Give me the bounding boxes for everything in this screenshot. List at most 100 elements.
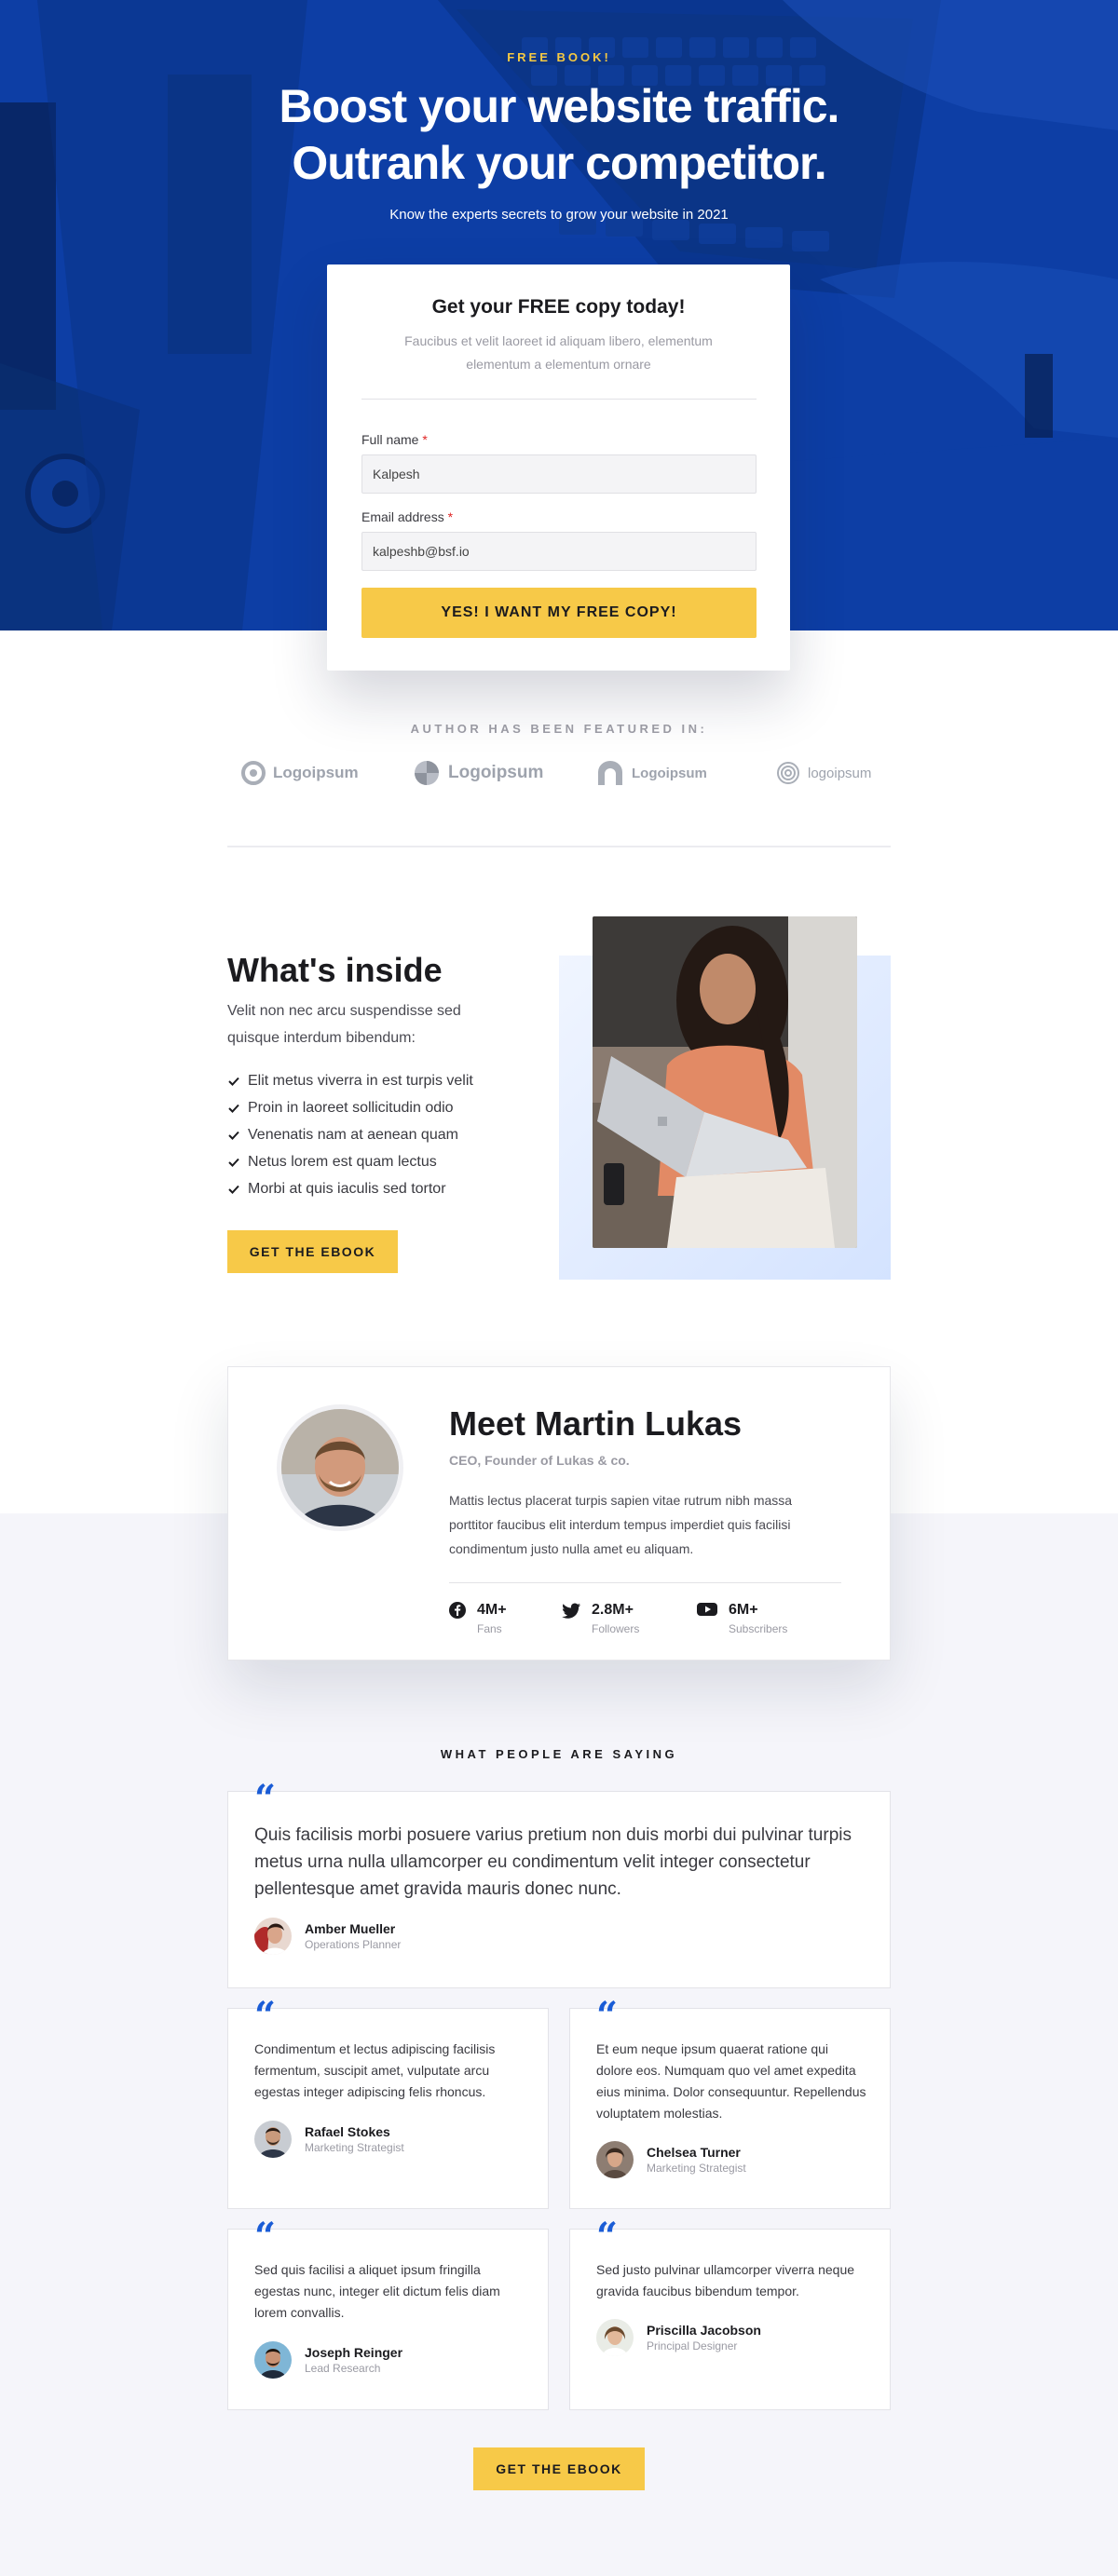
list-item-text: Netus lorem est quam lectus <box>248 1153 437 1170</box>
testimonial-role: Marketing Strategist <box>305 2141 404 2154</box>
submit-free-copy-button[interactable]: YES! I WANT MY FREE COPY! <box>361 588 757 638</box>
required-asterisk: * <box>422 432 428 447</box>
featured-logo-3: Logoipsum <box>596 757 707 789</box>
featured-logo-1: Logoipsum <box>241 757 359 789</box>
testimonial-author-text: Rafael Stokes Marketing Strategist <box>305 2124 404 2154</box>
email-label: Email address * <box>361 509 453 524</box>
testimonial-name: Chelsea Turner <box>647 2145 741 2160</box>
facebook-stat-label: Fans <box>477 1622 502 1635</box>
form-title: Get your FREE copy today! <box>431 296 686 318</box>
full-name-label: Full name * <box>361 432 428 447</box>
author-bio: Mattis lectus placerat turpis sapien vit… <box>449 1493 793 1556</box>
testimonial-name: Amber Mueller <box>305 1921 396 1936</box>
facebook-stat-text: 4M+ Fans <box>477 1602 507 1635</box>
list-item: Elit metus viverra in est turpis velit <box>227 1067 473 1094</box>
author-name-title: Meet Martin Lukas <box>449 1404 743 1443</box>
twitter-stat-value: 2.8M+ <box>592 1602 634 1618</box>
author-role: CEO, Founder of Lukas & co. <box>449 1453 630 1468</box>
list-item-text: Venenatis nam at aenean quam <box>248 1126 458 1143</box>
avatar <box>596 2141 634 2178</box>
testimonial-role: Principal Designer <box>647 2339 738 2352</box>
testimonial-author: Rafael Stokes Marketing Strategist <box>254 2121 404 2158</box>
testimonial-role: Marketing Strategist <box>647 2162 746 2175</box>
testimonial-card: “ Condimentum et lectus adipiscing facil… <box>227 1998 549 2209</box>
quote-icon: “ <box>254 1994 277 2038</box>
woman-with-laptop-photo <box>593 916 857 1248</box>
testimonial-author-text: Chelsea Turner Marketing Strategist <box>647 2145 746 2175</box>
form-divider <box>361 399 757 400</box>
check-icon <box>228 1104 239 1113</box>
featured-in-label: AUTHOR HAS BEEN FEATURED IN: <box>410 722 708 736</box>
testimonial-quote: Quis facilisis morbi posuere varius pret… <box>254 1825 852 1899</box>
full-name-input[interactable] <box>361 454 757 494</box>
form-description: Faucibus et velit laoreet id aliquam lib… <box>404 333 713 372</box>
twitter-stat-label: Followers <box>592 1622 640 1635</box>
testimonial-name: Rafael Stokes <box>305 2124 390 2139</box>
featured-logo-3-text: Logoipsum <box>632 765 707 781</box>
testimonial-card: “ Sed quis facilisi a aliquet ipsum frin… <box>227 2218 549 2410</box>
youtube-icon[interactable] <box>697 1602 717 1617</box>
list-item: Morbi at quis iaculis sed tortor <box>227 1175 473 1202</box>
quote-icon: “ <box>596 1994 619 2038</box>
quote-icon: “ <box>596 2215 619 2258</box>
featured-logo-4-text: logoipsum <box>808 765 872 781</box>
hero-title: Boost your website traffic. Outrank your… <box>186 78 932 192</box>
avatar <box>254 2341 292 2379</box>
list-item-text: Morbi at quis iaculis sed tortor <box>248 1180 446 1197</box>
youtube-stat-value: 6M+ <box>729 1602 758 1618</box>
testimonial-name: Joseph Reinger <box>305 2345 403 2360</box>
logoipsum-circle-icon <box>241 761 266 785</box>
email-input[interactable] <box>361 532 757 571</box>
list-item-text: Proin in laoreet sollicitudin odio <box>248 1099 454 1116</box>
testimonial-quote: Et eum neque ipsum quaerat ratione qui d… <box>596 2041 866 2121</box>
whats-inside-description: Velit non nec arcu suspendisse sed quisq… <box>227 1003 461 1046</box>
youtube-stat-label: Subscribers <box>729 1622 788 1635</box>
testimonial-author: Priscilla Jacobson Principal Designer <box>596 2319 761 2356</box>
testimonial-quote: Condimentum et lectus adipiscing facilis… <box>254 2041 496 2099</box>
featured-logo-4: logoipsum <box>776 757 871 789</box>
logoipsum-segment-icon <box>415 761 439 785</box>
hero-title-line-2: Outrank your competitor. <box>292 137 826 189</box>
twitter-icon[interactable] <box>562 1602 580 1619</box>
list-item: Venenatis nam at aenean quam <box>227 1121 473 1148</box>
author-divider <box>449 1582 841 1583</box>
avatar <box>254 2121 292 2158</box>
check-icon <box>228 1185 239 1194</box>
testimonial-quote: Sed justo pulvinar ullamcorper viverra n… <box>596 2262 855 2298</box>
avatar <box>254 1918 292 1955</box>
quote-icon: “ <box>254 1777 277 1821</box>
facebook-stat: 4M+ Fans <box>449 1602 507 1635</box>
facebook-stat-value: 4M+ <box>477 1602 507 1618</box>
list-item-text: Elit metus viverra in est turpis velit <box>248 1072 473 1089</box>
testimonial-name: Priscilla Jacobson <box>647 2323 761 2338</box>
email-label-text: Email address <box>361 509 444 524</box>
whats-inside-title: What's inside <box>227 951 443 989</box>
hero-eyebrow: FREE BOOK! <box>507 50 611 64</box>
author-card: Meet Martin Lukas CEO, Founder of Lukas … <box>227 1366 891 1661</box>
featured-logo-2: Logoipsum <box>413 757 543 789</box>
list-item: Netus lorem est quam lectus <box>227 1148 473 1175</box>
check-icon <box>228 1131 239 1140</box>
testimonial-author-text: Priscilla Jacobson Principal Designer <box>647 2323 761 2352</box>
logoipsum-arch-icon <box>598 761 622 785</box>
required-asterisk: * <box>447 509 454 524</box>
testimonial-author-text: Amber Mueller Operations Planner <box>305 1921 401 1951</box>
testimonial-card: “ Sed justo pulvinar ullamcorper viverra… <box>569 2218 891 2410</box>
quote-icon: “ <box>254 2215 277 2258</box>
avatar <box>596 2319 634 2356</box>
testimonial-role: Lead Research <box>305 2362 381 2375</box>
featured-logo-1-text: Logoipsum <box>273 764 359 781</box>
check-icon <box>228 1077 239 1086</box>
landing-page: FREE BOOK! Boost your website traffic. O… <box>0 0 1118 2576</box>
testimonial-author-text: Joseph Reinger Lead Research <box>305 2345 402 2375</box>
testimonial-author: Joseph Reinger Lead Research <box>254 2341 402 2379</box>
testimonial-card: “ Et eum neque ipsum quaerat ratione qui… <box>569 1998 891 2209</box>
facebook-icon[interactable] <box>449 1602 466 1619</box>
youtube-stat: 6M+ Subscribers <box>697 1602 787 1635</box>
full-name-label-text: Full name <box>361 432 419 447</box>
get-ebook-button-bottom[interactable]: GET THE EBOOK <box>473 2447 645 2490</box>
get-ebook-button[interactable]: GET THE EBOOK <box>227 1230 398 1273</box>
testimonials-heading: WHAT PEOPLE ARE SAYING <box>440 1747 678 1761</box>
hero-subtitle: Know the experts secrets to grow your we… <box>389 207 729 223</box>
logoipsum-spiral-icon <box>777 762 799 784</box>
